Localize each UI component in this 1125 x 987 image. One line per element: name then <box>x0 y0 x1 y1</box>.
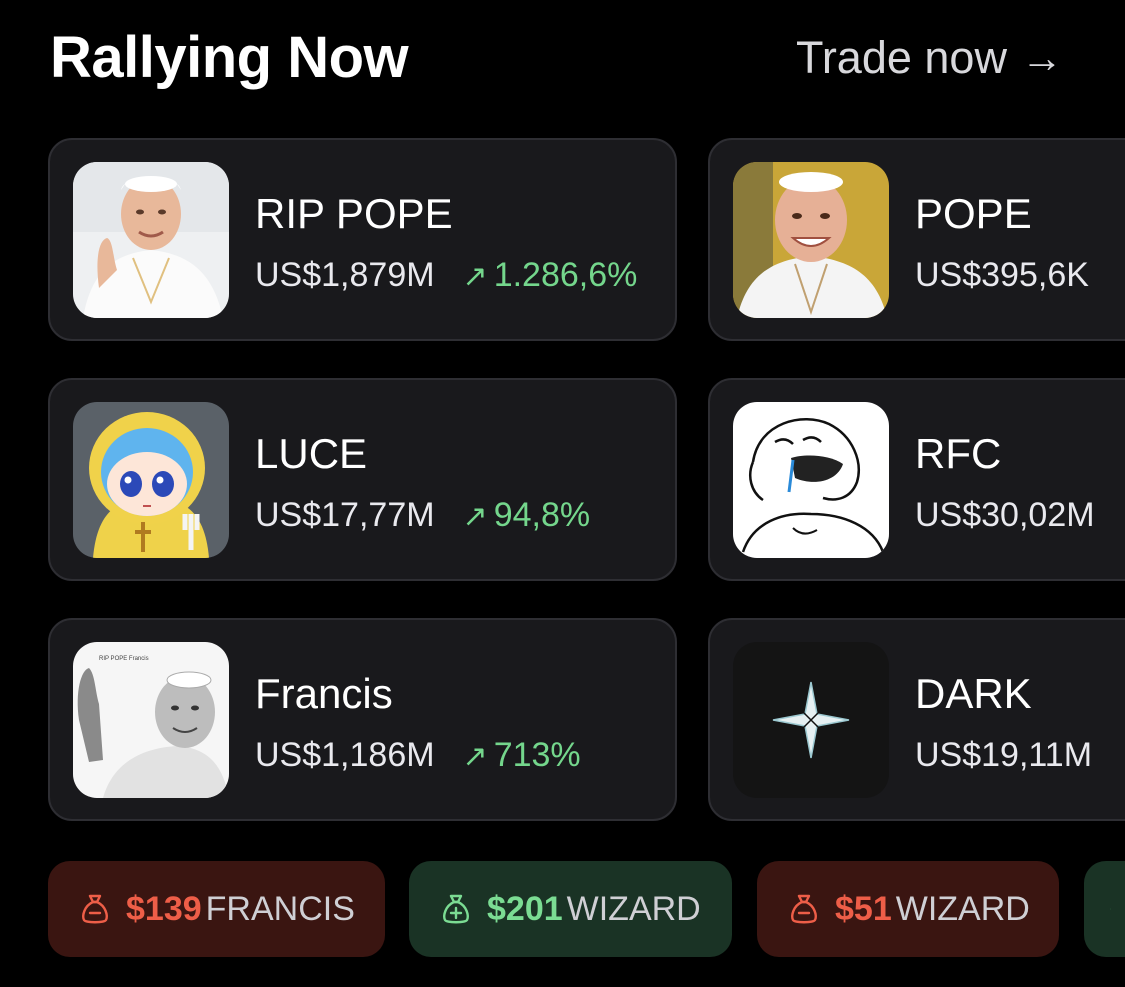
token-change: ↗ 1.286,6% <box>463 256 638 295</box>
trade-pill-wizard-buy[interactable]: $201 WIZARD <box>409 861 732 957</box>
token-card-luce[interactable]: LUCE US$17,77M ↗ 94,8% <box>48 378 677 581</box>
money-bag-minus-icon <box>82 894 108 924</box>
thumb-caption: RIP POPE Francis <box>99 656 149 662</box>
token-market-cap: US$17,77M <box>255 496 435 534</box>
trade-now-link[interactable]: Trade now → <box>796 32 1063 84</box>
token-market-cap: US$395,6K <box>915 256 1089 294</box>
token-stats: US$17,77M ↗ 94,8% <box>255 496 590 535</box>
trade-symbol: WIZARD <box>895 889 1030 928</box>
trade-pill-wizard-sell[interactable]: $51 WIZARD <box>757 861 1059 957</box>
token-card-pope[interactable]: POPE US$395,6K <box>708 138 1125 341</box>
token-stats: US$19,11M <box>915 736 1092 775</box>
token-market-cap: US$30,02M <box>915 496 1095 534</box>
token-stats: US$1,879M ↗ 1.286,6% <box>255 256 637 295</box>
token-avatar <box>733 642 889 798</box>
token-name: LUCE <box>255 430 368 477</box>
trend-up-icon: ↗ <box>462 500 488 533</box>
token-name: Francis <box>255 670 393 717</box>
trend-up-icon: ↗ <box>462 740 488 773</box>
section-title: Rallying Now <box>50 25 409 90</box>
token-card-rip-pope[interactable]: RIP POPE US$1,879M ↗ 1.286,6% <box>48 138 677 341</box>
trade-amount: $201 <box>487 889 563 928</box>
token-market-cap: US$1,879M <box>255 256 435 294</box>
section-header: Rallying Now Trade now → <box>0 0 1125 120</box>
token-change: ↗ 713% <box>463 736 581 775</box>
token-avatar: RIP POPE Francis <box>73 642 229 798</box>
token-change-value: 94,8% <box>493 496 591 534</box>
token-stats: US$30,02M <box>915 496 1095 535</box>
token-name: DARK <box>915 670 1032 717</box>
token-name: RFC <box>915 430 1002 477</box>
token-avatar <box>733 162 889 318</box>
token-avatar <box>73 402 229 558</box>
token-name: POPE <box>915 190 1032 237</box>
trade-now-label[interactable]: Trade now <box>796 32 1007 84</box>
arrow-right-icon[interactable]: → <box>1021 34 1063 82</box>
token-change: ↗ 94,8% <box>463 496 591 535</box>
token-card-rfc[interactable]: RFC US$30,02M <box>708 378 1125 581</box>
token-avatar <box>733 402 889 558</box>
token-card-dark[interactable]: DARK US$19,11M <box>708 618 1125 821</box>
token-change-value: 713% <box>493 736 581 774</box>
token-change-value: 1.286,6% <box>493 256 638 294</box>
trade-amount: $51 <box>835 889 892 928</box>
trade-symbol: FRANCIS <box>205 889 355 928</box>
token-stats: US$395,6K <box>915 256 1089 295</box>
token-name: RIP POPE <box>255 190 453 237</box>
money-bag-minus-icon <box>791 894 817 924</box>
money-bag-plus-icon <box>1110 908 1111 910</box>
trade-pill-francis[interactable]: $139 FRANCIS <box>48 861 385 957</box>
trade-amount: $139 <box>126 889 202 928</box>
money-bag-plus-icon <box>443 894 469 924</box>
token-avatar <box>73 162 229 318</box>
token-stats: US$1,186M ↗ 713% <box>255 736 581 775</box>
trend-up-icon: ↗ <box>462 260 488 293</box>
token-card-francis[interactable]: RIP POPE Francis Francis US$1,186M ↗ 713… <box>48 618 677 821</box>
trade-symbol: WIZARD <box>566 889 701 928</box>
token-market-cap: US$19,11M <box>915 736 1093 774</box>
trade-pill-partial[interactable] <box>1084 861 1125 957</box>
token-market-cap: US$1,186M <box>255 736 435 774</box>
